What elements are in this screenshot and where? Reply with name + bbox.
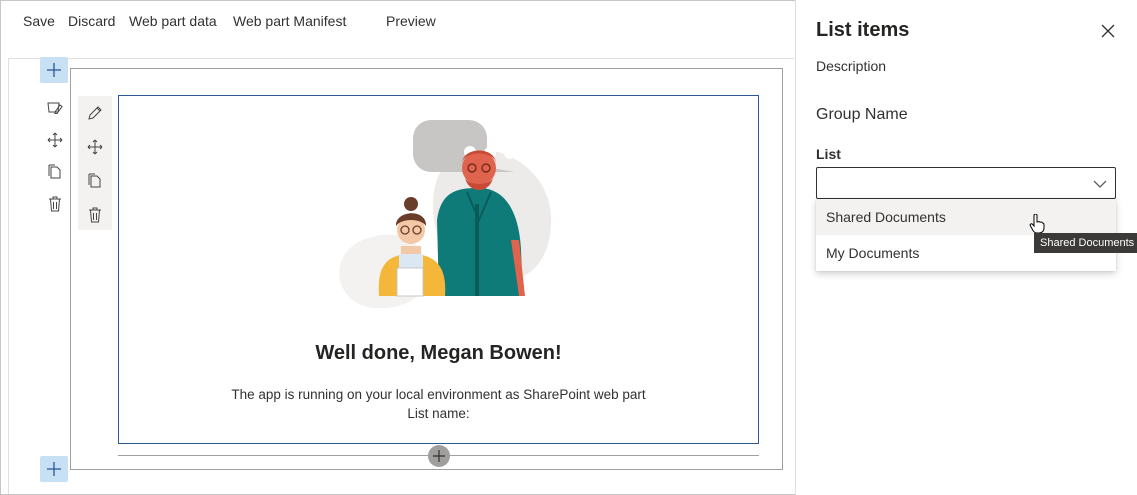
plus-icon	[47, 63, 61, 77]
trash-icon	[89, 207, 101, 223]
option-tooltip: Shared Documents	[1034, 233, 1137, 253]
webpart-manifest-button[interactable]: Web part Manifest	[233, 13, 346, 29]
list-dropdown[interactable]	[816, 167, 1116, 199]
webpart-toolbar	[78, 96, 112, 230]
edit-section-button[interactable]	[41, 92, 69, 124]
preview-button[interactable]: Preview	[386, 13, 436, 29]
save-button[interactable]: Save	[23, 13, 55, 29]
list-field-label: List	[816, 146, 841, 162]
copy-icon	[88, 173, 101, 188]
duplicate-section-button[interactable]	[41, 156, 69, 188]
move-section-button[interactable]	[41, 124, 69, 156]
pane-title: List items	[816, 19, 910, 41]
close-icon	[1101, 24, 1115, 38]
section-toolbar	[41, 92, 69, 220]
list-name-label: List name:	[407, 406, 470, 421]
workbench-toolbar: Save Discard Web part data Web part Mani…	[0, 0, 795, 42]
pencil-icon	[88, 106, 102, 120]
property-pane: List items Description Group Name List S…	[795, 0, 1137, 495]
edit-webpart-button[interactable]	[78, 96, 112, 130]
hello-world-webpart[interactable]: Well done, Megan Bowen! The app is runni…	[118, 95, 759, 444]
hand-cursor-icon	[1029, 214, 1045, 234]
delete-section-button[interactable]	[41, 188, 69, 220]
duplicate-webpart-button[interactable]	[78, 164, 112, 198]
welcome-title: Well done, Megan Bowen!	[315, 342, 562, 364]
dropdown-option-shared-documents[interactable]: Shared Documents	[816, 199, 1116, 235]
pane-description: Description	[816, 58, 887, 74]
add-webpart-button[interactable]	[428, 445, 450, 467]
group-name: Group Name	[816, 106, 908, 123]
add-section-bottom-button[interactable]	[40, 456, 68, 482]
trash-icon	[49, 196, 61, 212]
webpart-description: The app is running on your local environ…	[231, 387, 646, 402]
plus-icon	[433, 450, 445, 462]
welcome-illustration	[339, 120, 552, 309]
copy-icon	[48, 164, 61, 179]
section-edit-icon	[47, 102, 63, 114]
chevron-down-icon	[1093, 180, 1107, 188]
move-icon	[87, 139, 103, 155]
close-pane-button[interactable]	[1099, 22, 1117, 40]
add-section-top-button[interactable]	[40, 57, 68, 83]
move-webpart-button[interactable]	[78, 130, 112, 164]
discard-button[interactable]: Discard	[68, 13, 115, 29]
move-icon	[47, 132, 63, 148]
plus-icon	[47, 462, 61, 476]
delete-webpart-button[interactable]	[78, 198, 112, 232]
webpart-data-button[interactable]: Web part data	[129, 13, 217, 29]
